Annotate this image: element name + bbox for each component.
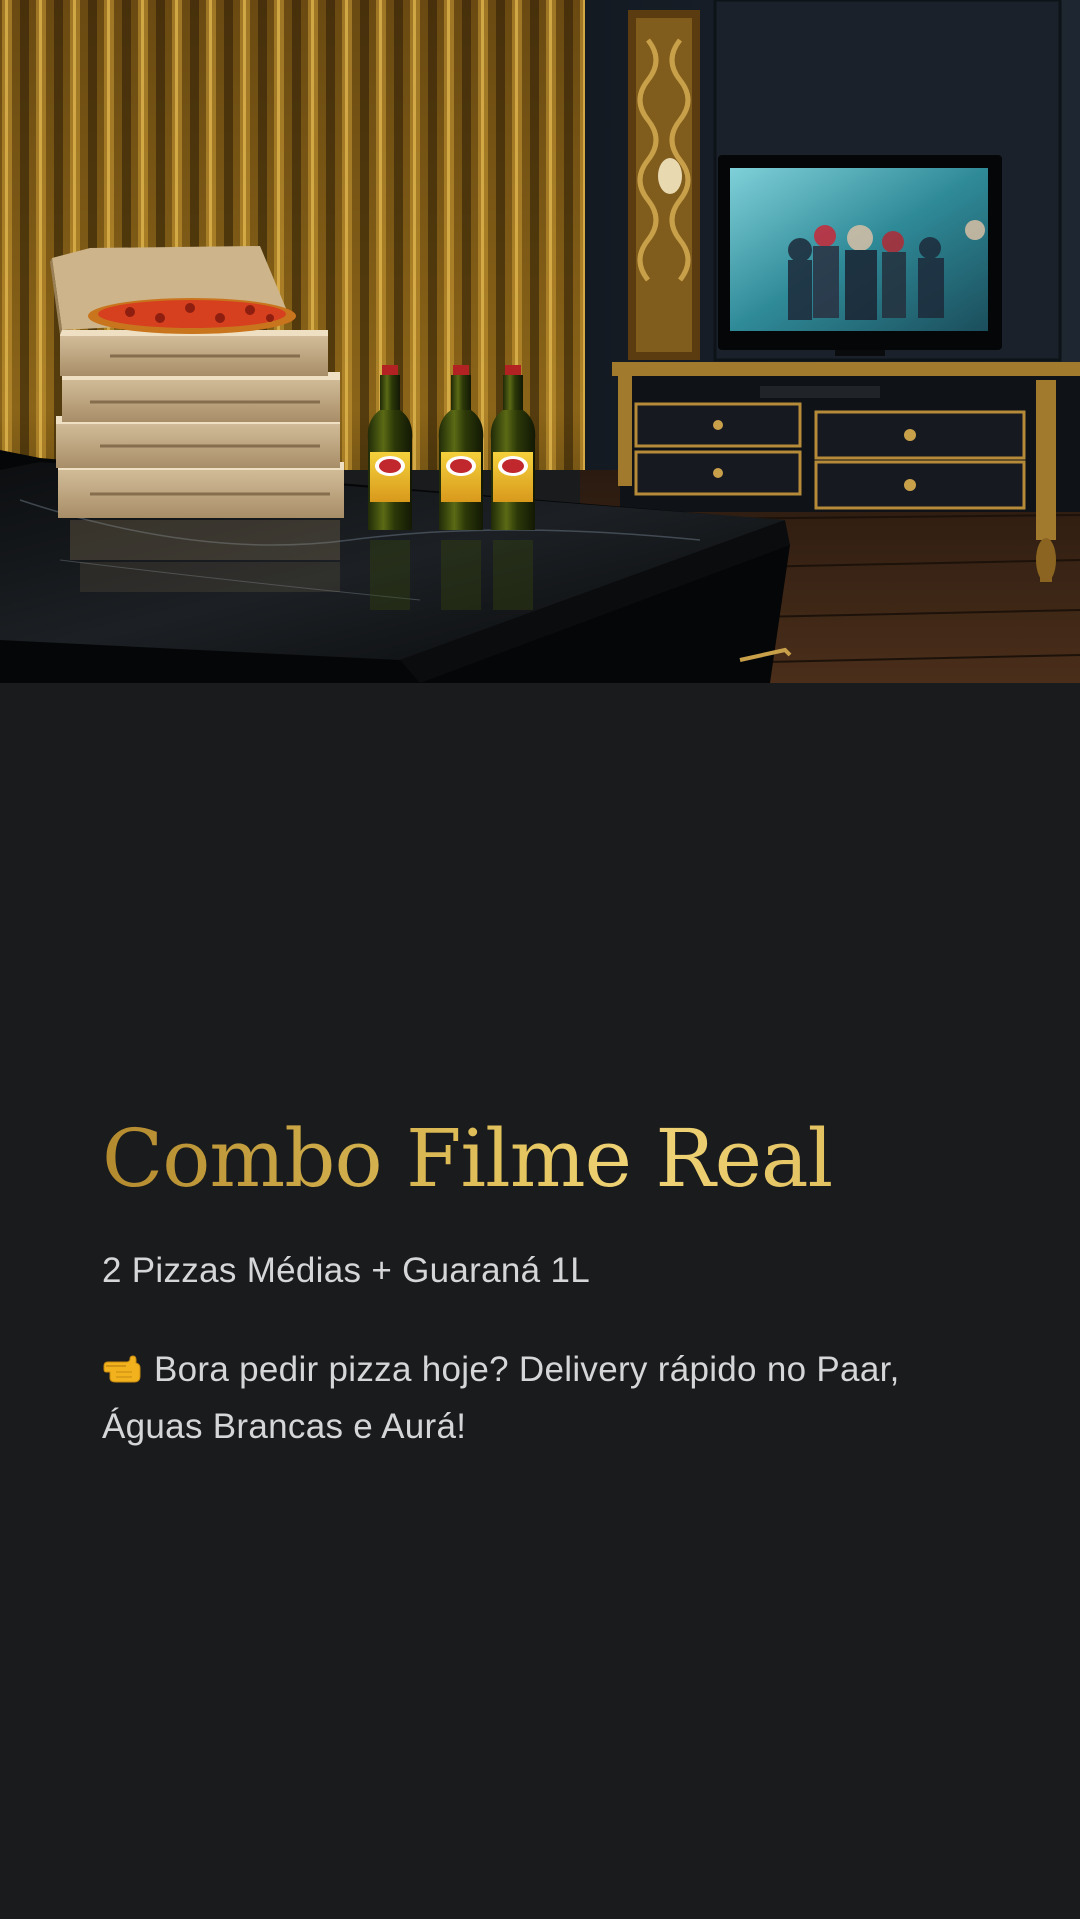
promo-page: Combo Filme Real 2 Pizzas Médias + Guara… (0, 0, 1080, 1919)
combo-description: Bora pedir pizza hoje? Delivery rápido n… (102, 1341, 982, 1455)
pointing-hand-icon (102, 1344, 142, 1383)
combo-subtitle: 2 Pizzas Médias + Guaraná 1L (102, 1251, 590, 1290)
combo-description-text: Bora pedir pizza hoje? Delivery rápido n… (102, 1350, 900, 1446)
combo-info: Combo Filme Real 2 Pizzas Médias + Guara… (102, 1115, 1002, 1455)
combo-title: Combo Filme Real (102, 1115, 1002, 1203)
hero-image (0, 0, 1080, 683)
